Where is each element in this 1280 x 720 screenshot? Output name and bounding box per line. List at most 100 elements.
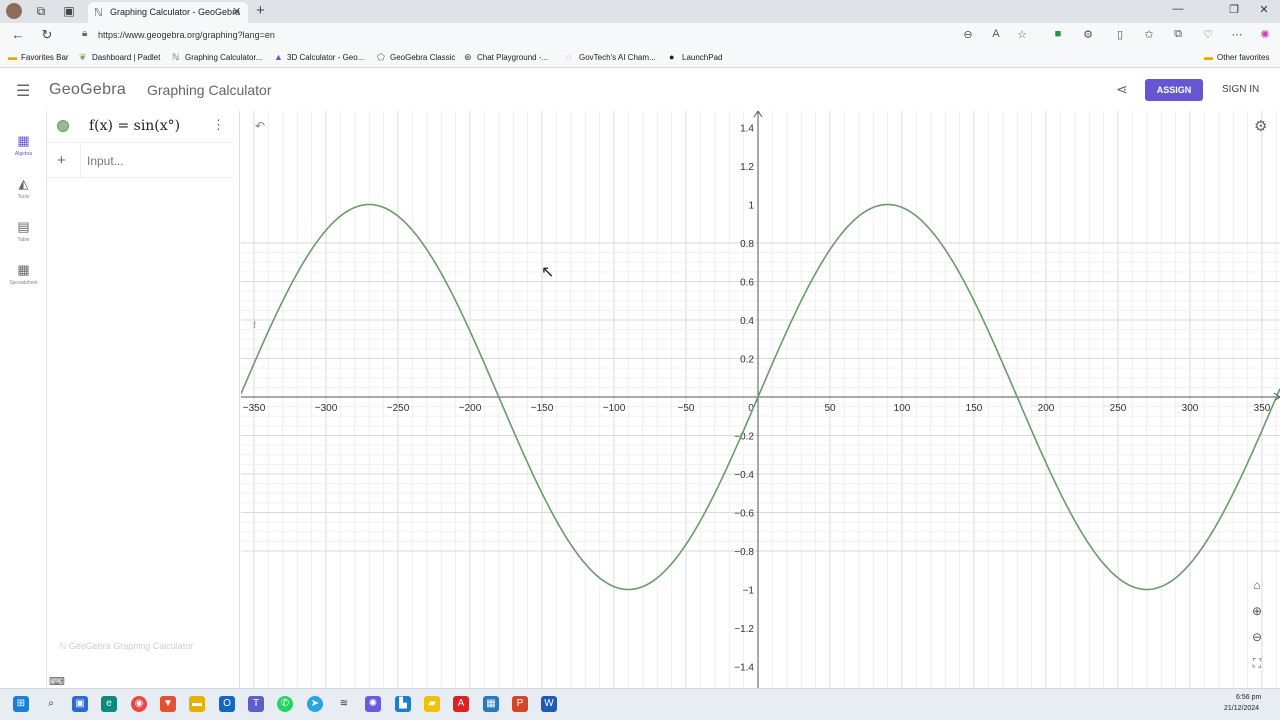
geogebra-logo[interactable]: GeoGebra	[49, 81, 126, 99]
more-menu-icon[interactable]: ⋯	[1229, 28, 1245, 41]
graph-canvas[interactable]: −700−650−600−550−500−450−400−350−300−250…	[27, 110, 1280, 688]
algebra-row-f[interactable]: f(x) = sin(x°) ⋮	[47, 111, 233, 143]
app-title: Graphing Calculator	[147, 82, 272, 98]
terminal-icon[interactable]: ≋	[336, 696, 352, 712]
y-tick-label: 0.6	[740, 278, 754, 289]
y-tick-label: −0.8	[734, 547, 754, 558]
rail-item-algebra[interactable]: ▦ Algebra	[0, 133, 47, 157]
clock-date[interactable]: 21/12/2024	[1224, 705, 1259, 712]
y-tick-label: −1.4	[734, 663, 754, 674]
settings-gear-icon[interactable]: ⚙	[1254, 117, 1267, 135]
outlook-icon[interactable]: O	[219, 696, 235, 712]
add-item-icon[interactable]: +	[57, 152, 66, 169]
sign-in-button[interactable]: SIGN IN	[1222, 84, 1259, 95]
keyboard-icon[interactable]: ⌨	[49, 675, 65, 688]
fav-launchpad[interactable]: ● LaunchPad	[669, 52, 722, 62]
fav-geogebra-classic[interactable]: ⬠ GeoGebra Classic	[377, 52, 455, 63]
tab-close-icon[interactable]: ✕	[232, 5, 241, 18]
y-tick-label: 0.2	[740, 355, 754, 366]
x-tick-label: −50	[678, 403, 695, 414]
favorites-icon[interactable]: ✩	[1141, 28, 1157, 41]
fav-chat-playground[interactable]: ⊛ Chat Playground -...	[464, 52, 548, 63]
zoom-out-icon[interactable]: ⊖	[960, 28, 976, 41]
graphics-view[interactable]: −700−650−600−550−500−450−400−350−300−250…	[27, 110, 1280, 688]
brave-icon[interactable]: ▼	[160, 696, 176, 712]
x-tick-label: −150	[531, 403, 554, 414]
zoom-in-icon[interactable]: ⊕	[1250, 604, 1264, 618]
notes-icon[interactable]: ▙	[395, 696, 411, 712]
window-close-icon[interactable]: ✕	[1254, 3, 1274, 16]
assign-button[interactable]: ASSIGN	[1145, 79, 1203, 101]
fav-3d-calculator[interactable]: ▲ 3D Calculator - Geo...	[274, 52, 364, 62]
y-tick-label: 1.4	[740, 124, 754, 135]
file-explorer-icon[interactable]: ▬	[189, 696, 205, 712]
browser-essentials-icon[interactable]: ♡	[1200, 28, 1216, 41]
teams-icon[interactable]: T	[248, 696, 264, 712]
share-icon[interactable]: ⋖	[1116, 81, 1128, 98]
url-field[interactable]: 🔒︎ https://www.geogebra.org/graphing?lan…	[80, 25, 1040, 46]
task-view-icon[interactable]: ▣	[72, 696, 88, 712]
profile-avatar[interactable]	[6, 3, 22, 19]
edge-icon[interactable]: e	[101, 696, 117, 712]
favorite-star-icon[interactable]: ☆	[1014, 28, 1030, 41]
browser-tab[interactable]: ℕ Graphing Calculator - GeoGebra ✕	[88, 2, 248, 23]
collections-icon[interactable]: ⧉	[1170, 28, 1186, 41]
powerpoint-icon[interactable]: P	[512, 696, 528, 712]
calculator-icon: ▦	[17, 133, 30, 148]
calculator-app-icon[interactable]: ▦	[483, 696, 499, 712]
maximize-icon[interactable]: ❐	[1224, 3, 1244, 16]
rail-item-tools[interactable]: ◭ Tools	[0, 176, 47, 200]
fav-favorites-bar[interactable]: ▬ Favorites Bar	[8, 52, 69, 62]
geogebra-classic-icon: ⬠	[377, 52, 385, 62]
hamburger-menu-icon[interactable]: ☰	[16, 81, 30, 101]
copilot-icon[interactable]: ✺	[1257, 28, 1273, 41]
tab-actions-icon[interactable]: ▣	[61, 3, 77, 19]
curve-label: f	[253, 320, 256, 330]
split-screen-icon[interactable]: ▯	[1112, 28, 1128, 41]
chrome-icon[interactable]: ◉	[131, 696, 147, 712]
acrobat-icon[interactable]: A	[453, 696, 469, 712]
whatsapp-icon[interactable]: ✆	[277, 696, 293, 712]
home-view-icon[interactable]: ⌂	[1250, 578, 1264, 592]
fav-graphing-calculator[interactable]: ℕ Graphing Calculator...	[172, 52, 262, 63]
undo-icon[interactable]: ↶	[255, 119, 265, 133]
padlet-icon: ❦	[79, 52, 87, 62]
zoom-out-view-icon[interactable]: ⊖	[1250, 630, 1264, 644]
fav-padlet[interactable]: ❦ Dashboard | Padlet	[79, 52, 160, 63]
extension-green-icon[interactable]: ■	[1050, 28, 1066, 40]
table-icon: ▤	[17, 219, 30, 234]
openai-icon: ⊛	[464, 52, 472, 62]
rail-item-table[interactable]: ▤ Table	[0, 219, 47, 243]
rail-item-spreadsheet[interactable]: ▦ Spreadsheet	[0, 262, 47, 286]
more-options-icon[interactable]: ⋮	[212, 117, 225, 133]
fav-other-favorites[interactable]: ▬ Other favorites	[1204, 52, 1269, 62]
copilot-app-icon[interactable]: ✺	[365, 696, 381, 712]
fullscreen-icon[interactable]: ⛶	[1250, 656, 1264, 671]
read-aloud-icon[interactable]: A	[988, 28, 1004, 40]
geogebra-favicon-icon: ℕ	[94, 7, 103, 19]
new-tab-icon[interactable]: +	[256, 2, 265, 19]
fav-govtech[interactable]: ◌ GovTech's AI Cham...	[566, 52, 656, 62]
x-tick-label: −100	[603, 403, 626, 414]
workspaces-icon[interactable]: ⧉	[33, 3, 49, 19]
sticky-notes-icon[interactable]: ▰	[424, 696, 440, 712]
folder-icon: ▬	[1204, 52, 1213, 62]
minimize-icon[interactable]: —	[1168, 3, 1188, 15]
algebra-input[interactable]: Input...	[87, 154, 124, 168]
algebra-input-row[interactable]: + Input...	[47, 144, 233, 178]
lock-icon: 🔒︎	[82, 28, 88, 39]
tab-title: Graphing Calculator - GeoGebra	[110, 7, 241, 17]
clock-time[interactable]: 6:56 pm	[1236, 694, 1261, 701]
y-tick-label: −0.4	[734, 470, 754, 481]
spreadsheet-icon: ▦	[17, 262, 30, 277]
visibility-toggle[interactable]	[57, 120, 69, 132]
function-formula[interactable]: f(x) = sin(x°)	[89, 118, 180, 134]
extensions-icon[interactable]: ⚙	[1080, 28, 1096, 41]
refresh-icon[interactable]: ↻	[38, 27, 56, 43]
geogebra-icon: ℕ	[59, 641, 67, 651]
word-icon[interactable]: W	[541, 696, 557, 712]
telegram-icon[interactable]: ➤	[307, 696, 323, 712]
search-icon[interactable]: ⌕	[43, 696, 59, 712]
back-icon[interactable]: ←	[9, 27, 27, 42]
start-icon[interactable]: ⊞	[13, 696, 29, 712]
